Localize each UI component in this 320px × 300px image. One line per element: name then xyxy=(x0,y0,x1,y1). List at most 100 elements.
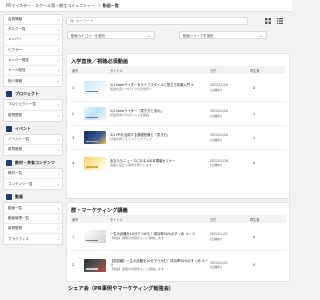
video-status: (公開中) xyxy=(210,163,222,167)
sidebar-item-label: 個人情報 xyxy=(8,78,22,83)
row-number: 1 xyxy=(72,85,75,90)
sidebar-item-label: 新規登録 xyxy=(8,113,22,118)
chevron-right-icon: › xyxy=(57,147,59,153)
video-thumbnail[interactable] xyxy=(84,107,106,120)
table-row[interactable]: 1 1/1.Noteライター＆ライフスタイルに役立ち情報入門 ① 知識を身につけて… xyxy=(70,74,286,102)
event-icon xyxy=(6,125,12,132)
series-select[interactable]: 動画シリーズを選択 ⌄ xyxy=(179,31,267,39)
table-row[interactable]: 1 一生の武器を10分でつかむ！成功率50%のすゝめ ルーツ 【前編】講義の内容を… xyxy=(70,223,286,251)
category-select[interactable]: 動画カテゴリーを選択 ⌄ xyxy=(67,31,155,39)
chevron-right-icon: › xyxy=(57,57,59,63)
top-bar: PRマイスター・スクール第一期生コミュニティー > 動画一覧 xyxy=(0,0,292,12)
sidebar-item-contents[interactable]: コンテンツ一覧 › xyxy=(4,179,62,189)
chevron-right-icon: › xyxy=(57,78,59,84)
table-row[interactable]: 3 3/3.PRを活用する基礎知識と「書き方」 基礎を押さえてステップアップ 20… xyxy=(70,126,286,150)
main-content: 動画カテゴリーを選択 ⌄ 動画シリーズを選択 ⌄ 入学直後／視聴必須動画 番号 タイ… xyxy=(66,14,290,300)
sidebar-item-label: 動画一覧 xyxy=(8,205,22,210)
row-number: 2 xyxy=(72,111,75,116)
content-icon xyxy=(6,160,12,167)
chevron-right-icon: › xyxy=(57,215,59,221)
sidebar-item-mail[interactable]: メール配信 › xyxy=(4,66,62,77)
table-row[interactable]: 4 あなたもニュースになる100本開催セミナー 実践に役立つ事例を紹介します 20… xyxy=(70,150,286,176)
sidebar-item-member-attributes[interactable]: メンバー属性 › xyxy=(4,56,62,66)
sidebar-item-peers[interactable]: ピアサー › xyxy=(4,46,62,56)
sidebar-item-label: コンテンツ一覧 xyxy=(8,181,33,186)
video-plays: 1 xyxy=(253,135,256,140)
list-view-button[interactable] xyxy=(276,17,284,25)
sidebar: 会員情報 › タスク一覧 › メンバー › ピアサー › メンバー属性 › メール配信 › … xyxy=(3,14,63,300)
sidebar-item-video-new[interactable]: 新規登録 › xyxy=(4,224,62,234)
video-thumbnail[interactable] xyxy=(84,230,106,243)
section-title: 教材・共有コンテンツ xyxy=(15,160,55,166)
video-status: (公開中) xyxy=(210,87,222,92)
sidebar-item-event-list[interactable]: イベント一覧 › xyxy=(4,135,62,145)
sidebar-item-video-list[interactable]: 動画一覧 › xyxy=(4,203,62,214)
sidebar-item-label: ピアサー xyxy=(8,47,22,52)
sidebar-item-event-new[interactable]: 新規登録 › xyxy=(4,145,62,155)
row-number: 4 xyxy=(72,161,75,165)
video-subtitle: 基礎を押さえてステップアップ xyxy=(110,137,152,142)
row-number: 2 xyxy=(72,263,75,267)
video-subtitle: 初級者向けのポイントを解説 xyxy=(110,113,150,118)
sidebar-section-project: プロジェクト xyxy=(3,89,63,99)
sidebar-item-member-info[interactable]: 会員情報 › xyxy=(4,15,62,26)
sidebar-item-personal-info[interactable]: 個人情報 › xyxy=(4,76,62,86)
row-number: 3 xyxy=(72,135,75,140)
video-plays: 0 xyxy=(253,161,256,165)
video-plays: 0 xyxy=(253,263,256,267)
sidebar-item-label: プラクティス xyxy=(8,236,29,241)
breadcrumb: PRマイスター・スクール第一期生コミュニティー > 動画一覧 xyxy=(6,3,119,9)
video-subtitle: 知識を身につけてプロの世界へ xyxy=(110,87,153,92)
category-select-value: 動画カテゴリーを選択 xyxy=(71,33,105,38)
grid-view-icon xyxy=(265,18,271,24)
search-box[interactable] xyxy=(66,17,248,25)
sidebar-item-tasks[interactable]: タスク一覧 › xyxy=(4,25,62,36)
section-title: 動画 xyxy=(15,194,23,200)
sidebar-item-members[interactable]: メンバー › xyxy=(4,35,62,46)
chevron-right-icon: › xyxy=(57,113,59,119)
table-header: 番号 タイトル 日付 再生数 xyxy=(70,66,286,74)
sidebar-item-practice[interactable]: プラクティス › xyxy=(4,234,62,244)
sidebar-main-group: 会員情報 › タスク一覧 › メンバー › ピアサー › メンバー属性 › メール配信 › … xyxy=(3,14,63,88)
table-row[interactable]: 2 【前回編】一生の武器を10分でつかむ！成功率50%のすゝめ ルーツ 【後編】講… xyxy=(70,251,286,279)
sidebar-item-label: タスク一覧 xyxy=(8,27,26,32)
header-number: 番号 xyxy=(72,68,79,73)
video-thumbnail[interactable] xyxy=(84,131,106,144)
sidebar-item-label: イベント一覧 xyxy=(8,136,29,141)
table-header: 番号 タイトル 日付 再生数 xyxy=(70,215,286,223)
sidebar-video-group: 動画一覧 › 動画管理一覧 › 新規登録 › プラクティス › xyxy=(3,202,63,246)
grid-view-button[interactable] xyxy=(264,17,272,25)
video-subtitle: 実践に役立つ事例を紹介します xyxy=(110,162,153,167)
table-row[interactable]: 2 2/2.Noteライター「書き方と流れ」 初級者向けのポイントを解説 2022… xyxy=(70,102,286,126)
video-section-marketing: 群・マーケティング講義 番号 タイトル 日付 再生数 1 一生の武器を10分でつ… xyxy=(66,202,290,282)
video-thumbnail[interactable] xyxy=(84,81,106,94)
chevron-right-icon: › xyxy=(57,102,59,108)
video-thumbnail[interactable] xyxy=(84,258,106,272)
breadcrumb-root[interactable]: PRマイスター・スクール第一期生コミュニティー xyxy=(6,3,95,8)
chevron-right-icon: › xyxy=(57,68,59,74)
video-icon xyxy=(6,194,12,201)
project-icon xyxy=(6,91,12,98)
video-thumbnail[interactable] xyxy=(84,156,106,170)
sidebar-item-project-new[interactable]: 新規登録 › xyxy=(4,111,62,121)
video-subtitle: 【前編】講義の内容をもとに解説します xyxy=(110,236,164,241)
chevron-down-icon: ⌄ xyxy=(147,32,151,38)
chevron-right-icon: › xyxy=(57,136,59,142)
video-section-required: 入学直後／視聴必須動画 番号 タイトル 日付 再生数 1 1/1.Noteライタ… xyxy=(66,53,290,199)
chevron-right-icon: › xyxy=(57,171,59,177)
row-number: 1 xyxy=(72,234,75,239)
chevron-right-icon: › xyxy=(57,181,59,187)
header-title: タイトル xyxy=(110,217,123,222)
video-title[interactable]: 【前回編】一生の武器を10分でつかむ！成功率50%のすゝめ ルーツ xyxy=(110,259,210,267)
sidebar-item-video-manage[interactable]: 動画管理一覧 › xyxy=(4,214,62,224)
sidebar-item-label: メール配信 xyxy=(8,68,26,73)
sidebar-item-materials[interactable]: 教材一覧 › xyxy=(4,169,62,180)
sidebar-section-event: イベント xyxy=(3,124,63,134)
search-input[interactable] xyxy=(76,19,236,23)
list-view-icon xyxy=(277,18,283,24)
video-status: (公開中) xyxy=(210,113,222,118)
sidebar-item-project-list[interactable]: プロジェクト一覧 › xyxy=(4,100,62,111)
breadcrumb-current: 動画一覧 xyxy=(102,2,119,8)
video-status: (公開中) xyxy=(210,137,222,142)
section-title-share: シェア会（PR事例やマーケティング勉強会） xyxy=(68,286,174,292)
